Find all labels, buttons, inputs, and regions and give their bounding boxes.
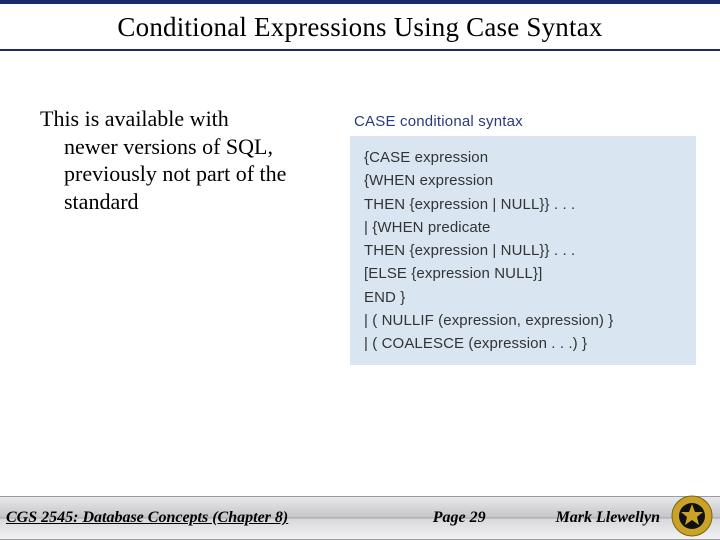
body-text: This is available with newer versions of…: [40, 105, 340, 215]
slide-title: Conditional Expressions Using Case Synta…: [20, 12, 700, 43]
title-band: Conditional Expressions Using Case Synta…: [0, 0, 720, 51]
footer-course: CGS 2545: Database Concepts (Chapter 8): [6, 509, 288, 527]
syntax-line: {CASE expression: [364, 146, 684, 169]
body-column: This is available with newer versions of…: [40, 105, 340, 365]
footer-author: Mark Llewellyn: [556, 509, 660, 527]
ucf-logo-icon: [670, 494, 714, 538]
syntax-box: {CASE expression {WHEN expression THEN {…: [350, 136, 696, 365]
footer-page: Page 29: [433, 509, 486, 527]
syntax-column: CASE conditional syntax {CASE expression…: [350, 105, 696, 365]
syntax-caption: CASE conditional syntax: [354, 113, 696, 130]
syntax-line: [ELSE {expression NULL}]: [364, 262, 684, 285]
syntax-line: THEN {expression | NULL}} . . .: [364, 193, 684, 216]
syntax-line: | ( NULLIF (expression, expression) }: [364, 309, 684, 332]
syntax-line: THEN {expression | NULL}} . . .: [364, 239, 684, 262]
body-first-line: This is available with: [40, 106, 229, 131]
footer-bar: CGS 2545: Database Concepts (Chapter 8) …: [0, 496, 720, 540]
body-rest: newer versions of SQL, previously not pa…: [40, 133, 340, 216]
content-area: This is available with newer versions of…: [0, 57, 720, 365]
syntax-line: END }: [364, 286, 684, 309]
syntax-line: | {WHEN predicate: [364, 216, 684, 239]
syntax-line: | ( COALESCE (expression . . .) }: [364, 332, 684, 355]
syntax-line: {WHEN expression: [364, 169, 684, 192]
